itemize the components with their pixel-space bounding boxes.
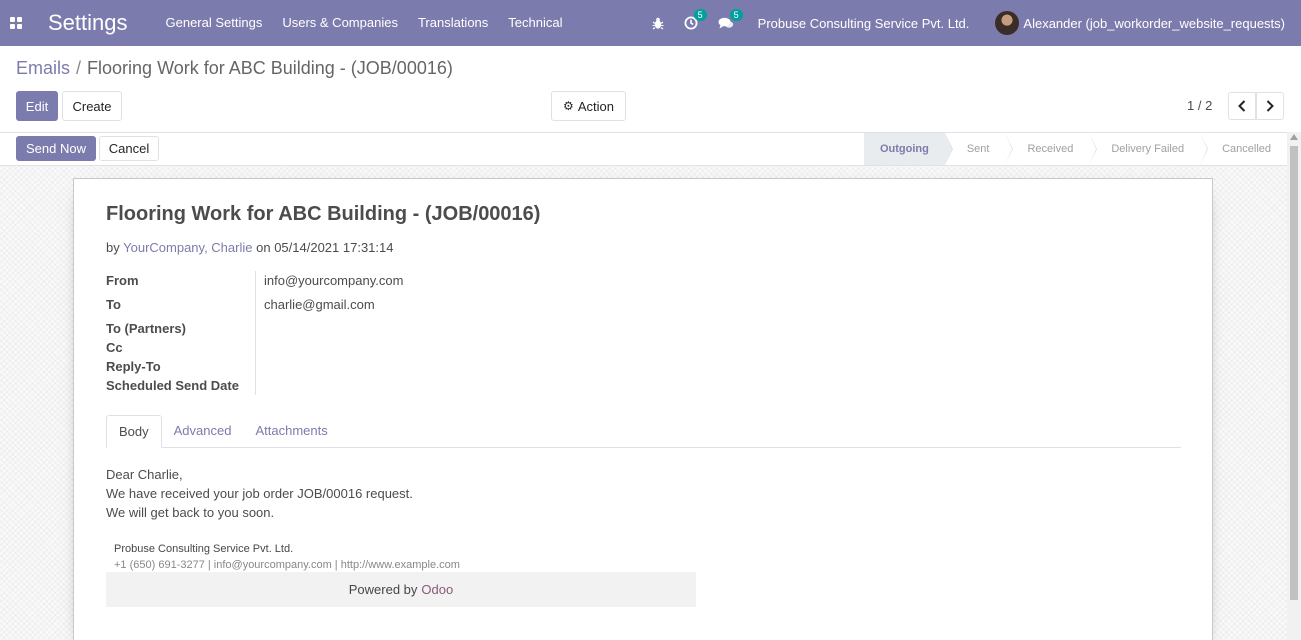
create-button[interactable]: Create <box>62 91 122 121</box>
field-scheduled-send-date: Scheduled Send Date <box>106 376 403 395</box>
status-step-outgoing[interactable]: Outgoing <box>863 133 953 165</box>
tab-advanced[interactable]: Advanced <box>162 415 244 448</box>
body-line: Dear Charlie, <box>106 467 183 482</box>
mail-date: 05/14/2021 17:31:14 <box>274 240 394 255</box>
main-menu: General Settings Users & Companies Trans… <box>156 0 573 46</box>
field-value-from: info@yourcompany.com <box>264 273 404 288</box>
date-prefix: on <box>256 240 271 255</box>
scrollbar-thumb[interactable] <box>1290 146 1298 600</box>
field-value-cc <box>256 338 264 357</box>
powered-by-text: Powered by <box>348 582 418 597</box>
body-line: We have received your job order JOB/0001… <box>106 486 413 501</box>
mail-fields: From info@yourcompany.com To charlie@gma… <box>106 271 403 395</box>
mail-signature: Probuse Consulting Service Pvt. Ltd. +1 … <box>114 541 460 573</box>
top-navbar: Settings General Settings Users & Compan… <box>0 0 1301 46</box>
avatar <box>995 11 1020 35</box>
menu-general-settings[interactable]: General Settings <box>156 0 273 46</box>
field-reply-to: Reply-To <box>106 357 403 376</box>
field-label-from: From <box>106 271 256 295</box>
mail-byline: by YourCompany, Charlie on 05/14/2021 17… <box>106 240 393 255</box>
user-menu[interactable]: Alexander (job_workorder_website_request… <box>981 11 1301 35</box>
breadcrumb-separator: / <box>76 58 82 78</box>
field-label-cc: Cc <box>106 338 256 357</box>
gear-icon: ⚙ <box>563 99 574 113</box>
activity-clock-icon[interactable]: 5 <box>674 0 708 46</box>
scroll-up-arrow-icon[interactable] <box>1290 134 1298 140</box>
company-switcher[interactable]: Probuse Consulting Service Pvt. Ltd. <box>744 16 982 31</box>
menu-translations[interactable]: Translations <box>408 0 498 46</box>
field-value-scheduled-send-date <box>256 376 264 395</box>
signature-company: Probuse Consulting Service Pvt. Ltd. <box>114 543 294 555</box>
breadcrumb: Emails / Flooring Work for ABC Building - … <box>16 58 453 79</box>
author-link[interactable]: YourCompany, Charlie <box>123 240 252 255</box>
field-to-partners: To (Partners) <box>106 319 403 338</box>
status-step-delivery-failed[interactable]: Delivery Failed <box>1089 133 1208 165</box>
mail-body: Dear Charlie, We have received your job … <box>106 465 413 522</box>
field-label-to: To <box>106 295 256 319</box>
status-steps: Outgoing Sent Received Delivery Failed C… <box>863 133 1287 165</box>
field-label-to-partners: To (Partners) <box>106 319 256 338</box>
edit-button[interactable]: Edit <box>16 91 58 121</box>
breadcrumb-current: Flooring Work for ABC Building - (JOB/00… <box>87 58 453 78</box>
pager-next-button[interactable] <box>1256 92 1284 120</box>
send-now-button[interactable]: Send Now <box>16 136 96 161</box>
messages-count-badge: 5 <box>729 9 743 21</box>
notebook-tabs: Body Advanced Attachments <box>106 415 1181 448</box>
debug-bug-icon[interactable] <box>642 0 674 46</box>
tab-attachments[interactable]: Attachments <box>243 415 339 448</box>
page-scrollbar[interactable] <box>1287 132 1301 640</box>
field-to: To charlie@gmail.com <box>106 295 403 319</box>
menu-technical[interactable]: Technical <box>498 0 572 46</box>
odoo-link[interactable]: Odoo <box>421 582 453 597</box>
field-value-reply-to <box>256 357 264 376</box>
cancel-button[interactable]: Cancel <box>99 136 159 161</box>
apps-menu-icon[interactable] <box>0 0 32 46</box>
activity-count-badge: 5 <box>693 9 707 21</box>
tab-body[interactable]: Body <box>106 415 162 448</box>
user-name: Alexander (job_workorder_website_request… <box>1023 15 1285 31</box>
mail-subject: Flooring Work for ABC Building - (JOB/00… <box>106 203 541 225</box>
menu-users-companies[interactable]: Users & Companies <box>272 0 408 46</box>
by-prefix: by <box>106 240 120 255</box>
status-step-received[interactable]: Received <box>1005 133 1098 165</box>
chevron-right-icon <box>1266 100 1274 112</box>
field-cc: Cc <box>106 338 403 357</box>
body-line: We will get back to you soon. <box>106 505 275 520</box>
pager-previous-button[interactable] <box>1228 92 1256 120</box>
messages-chat-icon[interactable]: 5 <box>708 0 744 46</box>
action-button[interactable]: ⚙ Action <box>551 91 626 121</box>
breadcrumb-emails-link[interactable]: Emails <box>16 58 70 78</box>
field-value-to: charlie@gmail.com <box>264 297 375 312</box>
action-label: Action <box>577 98 614 114</box>
status-step-cancelled[interactable]: Cancelled <box>1200 133 1287 165</box>
field-from: From info@yourcompany.com <box>106 271 403 295</box>
pager-value[interactable]: 1 / 2 <box>1187 98 1212 113</box>
signature-contact: +1 (650) 691-3277 | info@yourcompany.com… <box>114 559 460 571</box>
field-label-scheduled-send-date: Scheduled Send Date <box>106 376 256 395</box>
field-label-reply-to: Reply-To <box>106 357 256 376</box>
app-title[interactable]: Settings <box>48 10 128 36</box>
chevron-left-icon <box>1238 100 1246 112</box>
field-value-to-partners <box>256 319 264 338</box>
status-step-sent[interactable]: Sent <box>944 133 1014 165</box>
form-sheet: Flooring Work for ABC Building - (JOB/00… <box>73 178 1213 640</box>
powered-by-footer: Powered by Odoo <box>106 572 696 607</box>
